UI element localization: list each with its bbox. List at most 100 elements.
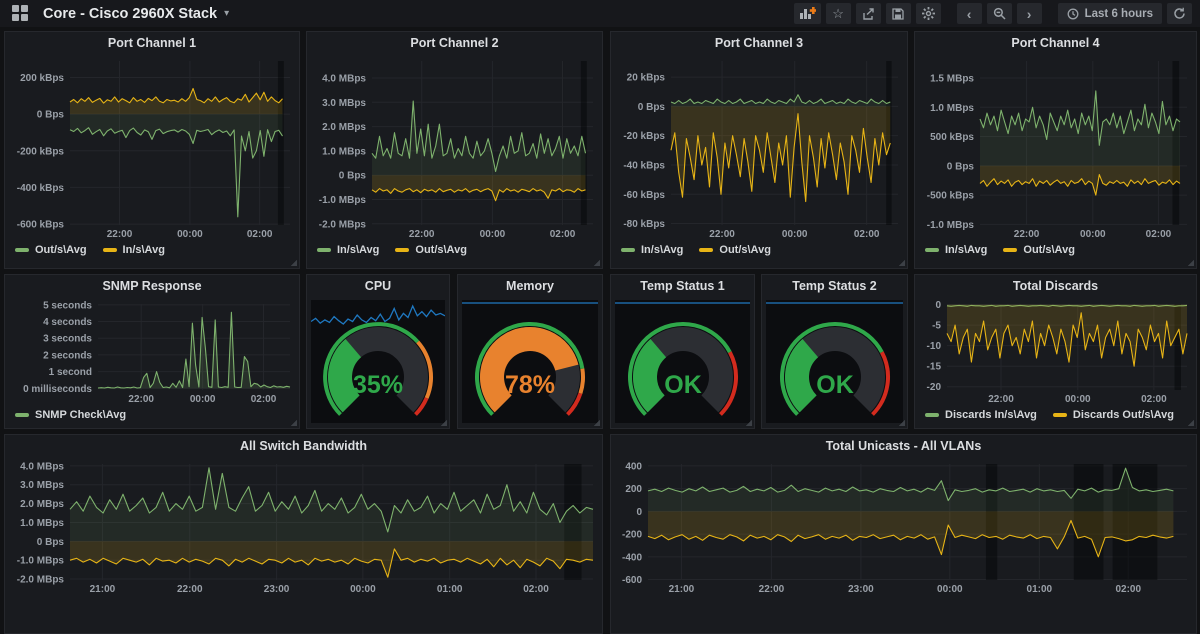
panel-resize-handle[interactable] xyxy=(592,258,600,266)
y-axis-tick-label: -200 kBps xyxy=(17,146,65,157)
x-axis-tick-label: 22:00 xyxy=(759,584,785,595)
y-axis-tick-label: -5 xyxy=(932,321,941,332)
chart-legend: In/s\Avg Out/s\Avg xyxy=(307,241,602,259)
x-axis-tick-label: 02:00 xyxy=(854,229,880,240)
y-axis-tick-label: -400 xyxy=(622,552,642,563)
time-series-chart[interactable]: 20 kBps0 Bps-20 kBps-40 kBps-60 kBps-80 … xyxy=(614,55,904,241)
legend-item[interactable]: Out/s\Avg xyxy=(395,244,467,256)
y-axis-tick-label: -1.0 MBps xyxy=(927,220,975,231)
y-axis-tick-label: -20 xyxy=(927,382,942,393)
time-series-chart[interactable]: 4002000-200-400-60021:0022:0023:0000:000… xyxy=(614,458,1193,596)
time-series-chart[interactable]: 5 seconds4 seconds3 seconds2 seconds1 se… xyxy=(8,298,296,406)
settings-button[interactable] xyxy=(916,3,941,24)
y-axis-tick-label: -200 xyxy=(622,530,642,541)
legend-item[interactable]: In/s\Avg xyxy=(317,244,379,256)
x-axis-tick-label: 02:00 xyxy=(1146,229,1172,240)
panel-title[interactable]: Memory xyxy=(458,275,602,298)
x-axis-tick-label: 23:00 xyxy=(848,584,874,595)
legend-swatch xyxy=(925,413,939,417)
panel-title[interactable]: Total Unicasts - All VLANs xyxy=(611,435,1196,458)
share-button[interactable] xyxy=(856,3,881,24)
panel-resize-handle[interactable] xyxy=(439,418,447,426)
legend-swatch xyxy=(395,248,409,252)
legend-label: Out/s\Avg xyxy=(1023,244,1075,256)
y-axis-tick-label: 2.0 MBps xyxy=(322,122,366,133)
x-axis-tick-label: 00:00 xyxy=(190,394,216,405)
y-axis-tick-label: 200 kBps xyxy=(20,73,64,84)
gauge-value: OK xyxy=(816,371,854,399)
legend-swatch xyxy=(15,413,29,417)
legend-label: In/s\Avg xyxy=(337,244,379,256)
refresh-button[interactable] xyxy=(1167,3,1192,24)
legend-item[interactable]: Out/s\Avg xyxy=(15,244,87,256)
panel-memory-gauge: Memory 78% xyxy=(457,274,603,429)
add-panel-button[interactable] xyxy=(794,3,821,24)
legend-item[interactable]: Discards In/s\Avg xyxy=(925,409,1037,421)
y-axis-tick-label: -60 kBps xyxy=(623,190,665,201)
x-axis-tick-label: 00:00 xyxy=(937,584,963,595)
chart-legend: Out/s\Avg In/s\Avg xyxy=(5,241,299,259)
panel-resize-handle[interactable] xyxy=(289,258,297,266)
zoom-out-button[interactable] xyxy=(987,3,1012,24)
legend-item[interactable]: Out/s\Avg xyxy=(699,244,771,256)
time-forward-button[interactable]: › xyxy=(1017,3,1042,24)
legend-item[interactable]: In/s\Avg xyxy=(621,244,683,256)
panel-title[interactable]: Total Discards xyxy=(915,275,1196,298)
dashboard-dropdown-caret[interactable]: ▾ xyxy=(224,8,229,19)
legend-item[interactable]: Out/s\Avg xyxy=(1003,244,1075,256)
panel-title[interactable]: Temp Status 2 xyxy=(762,275,907,298)
time-series-chart[interactable]: 4.0 MBps3.0 MBps2.0 MBps1.0 MBps0 Bps-1.… xyxy=(310,55,599,241)
legend-item[interactable]: In/s\Avg xyxy=(103,244,165,256)
panel-title[interactable]: Temp Status 1 xyxy=(611,275,754,298)
legend-item[interactable]: Discards Out/s\Avg xyxy=(1053,409,1174,421)
time-series-chart[interactable]: 200 kBps0 Bps-200 kBps-400 kBps-600 kBps… xyxy=(8,55,296,241)
time-series-chart[interactable]: 1.5 MBps1.0 MBps500 kBps0 Bps-500 kBps-1… xyxy=(918,55,1193,241)
panel-resize-handle[interactable] xyxy=(1186,258,1194,266)
time-range-label: Last 6 hours xyxy=(1085,8,1153,20)
save-button[interactable] xyxy=(886,3,911,24)
panel-resize-handle[interactable] xyxy=(289,418,297,426)
star-button[interactable]: ☆ xyxy=(826,3,851,24)
x-axis-tick-label: 02:00 xyxy=(550,229,576,240)
clock-icon xyxy=(1067,8,1079,20)
y-axis-tick-label: 4.0 MBps xyxy=(20,461,64,472)
panel-title[interactable]: Port Channel 4 xyxy=(915,32,1196,55)
chart-legend: In/s\Avg Out/s\Avg xyxy=(611,241,907,259)
gauge: 78% xyxy=(466,305,594,421)
panel-title[interactable]: Port Channel 1 xyxy=(5,32,299,55)
time-back-button[interactable]: ‹ xyxy=(957,3,982,24)
time-range-picker[interactable]: Last 6 hours xyxy=(1058,3,1162,24)
x-axis-tick-label: 22:00 xyxy=(709,229,735,240)
grafana-menu-icon[interactable] xyxy=(12,5,29,22)
panel-resize-handle[interactable] xyxy=(744,418,752,426)
x-axis-tick-label: 00:00 xyxy=(177,229,203,240)
y-axis-tick-label: 0 Bps xyxy=(638,102,666,113)
panel-resize-handle[interactable] xyxy=(897,418,905,426)
panel-resize-handle[interactable] xyxy=(897,258,905,266)
panel-title[interactable]: SNMP Response xyxy=(5,275,299,298)
panel-title[interactable]: Port Channel 2 xyxy=(307,32,602,55)
x-axis-tick-label: 22:00 xyxy=(128,394,154,405)
y-axis-tick-label: 3.0 MBps xyxy=(322,98,366,109)
panel-resize-handle[interactable] xyxy=(1186,418,1194,426)
x-axis-tick-label: 22:00 xyxy=(1014,229,1040,240)
y-axis-tick-label: 0 Bps xyxy=(37,537,65,548)
panel-total-unicasts: Total Unicasts - All VLANs 4002000-200-4… xyxy=(610,434,1197,634)
x-axis-tick-label: 02:00 xyxy=(1141,394,1167,405)
legend-item[interactable]: SNMP Check\Avg xyxy=(15,409,126,421)
y-axis-tick-label: -80 kBps xyxy=(623,219,665,230)
legend-item[interactable]: In/s\Avg xyxy=(925,244,987,256)
panel-title[interactable]: Port Channel 3 xyxy=(611,32,907,55)
y-axis-tick-label: 0 xyxy=(636,507,642,518)
time-series-chart[interactable]: 0-5-10-15-2022:0000:0002:00 xyxy=(918,298,1193,406)
x-axis-tick-label: 02:00 xyxy=(247,229,273,240)
panel-resize-handle[interactable] xyxy=(592,418,600,426)
dashboard-title[interactable]: Core - Cisco 2960X Stack xyxy=(43,6,217,22)
y-axis-tick-label: 3.0 MBps xyxy=(20,480,64,491)
legend-label: Out/s\Avg xyxy=(35,244,87,256)
panel-title[interactable]: CPU xyxy=(307,275,449,298)
time-series-chart[interactable]: 4.0 MBps3.0 MBps2.0 MBps1.0 MBps0 Bps-1.… xyxy=(8,458,599,596)
x-axis-tick-label: 21:00 xyxy=(90,584,116,595)
y-axis-tick-label: -500 kBps xyxy=(927,191,975,202)
panel-title[interactable]: All Switch Bandwidth xyxy=(5,435,602,458)
